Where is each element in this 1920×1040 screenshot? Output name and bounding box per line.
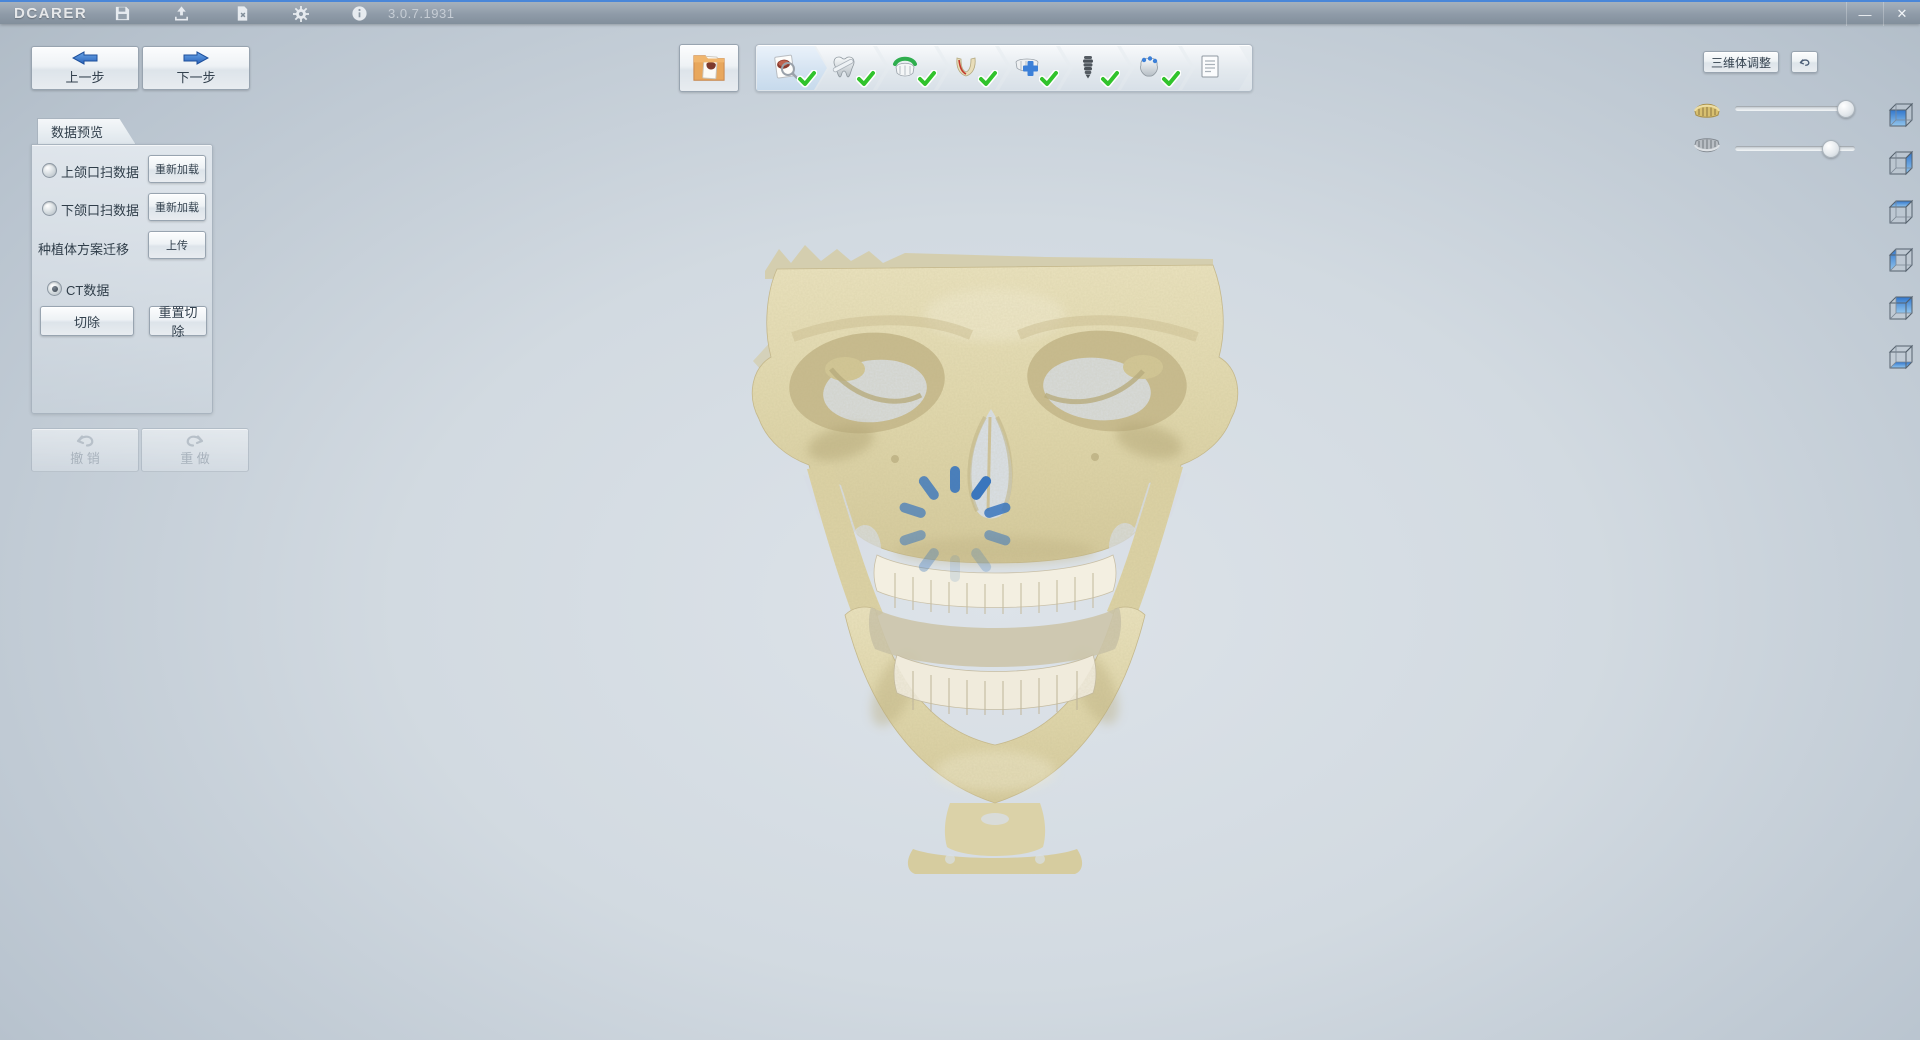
workflow-step-tooth-position[interactable] [999, 46, 1069, 90]
check-icon [1161, 70, 1181, 88]
view-cube-top[interactable] [1884, 195, 1916, 227]
upper-jaw-slider-handle[interactable] [1837, 100, 1855, 118]
lower-scan-reload-button[interactable]: 重新加载 [148, 193, 206, 221]
version-label: 3.0.7.1931 [388, 6, 454, 21]
undo-label: 撤 销 [70, 448, 100, 467]
view-cube-left[interactable] [1884, 243, 1916, 275]
case-import-button[interactable] [679, 44, 739, 92]
tooth-position-icon [1013, 53, 1041, 81]
implant-plan-label: 种植体方案迁移 [38, 239, 129, 258]
upper-jaw-icon [1692, 96, 1722, 120]
loading-spinner [897, 466, 1013, 582]
ct-3d-viewport[interactable] [0, 24, 1920, 1040]
tooth-scan-icon [830, 53, 858, 81]
arrow-right-icon [183, 51, 209, 65]
check-icon [1100, 70, 1120, 88]
view-undo-button[interactable] [1791, 51, 1818, 73]
save-button[interactable] [107, 3, 137, 24]
next-step-label: 下一步 [176, 67, 215, 86]
workflow-step-restoration-design[interactable] [1121, 46, 1191, 90]
undo-button[interactable]: 撤 销 [31, 428, 139, 472]
lower-scan-label: 下颌口扫数据 [61, 200, 139, 219]
view-cube-back[interactable] [1884, 291, 1916, 323]
settings-button[interactable] [286, 3, 316, 24]
minimize-button[interactable]: — [1846, 2, 1883, 26]
upper-scan-label: 上颌口扫数据 [61, 162, 139, 181]
view-cube-bottom[interactable] [1884, 340, 1916, 372]
redo-button[interactable]: 重 做 [141, 428, 249, 472]
upper-scan-radio[interactable] [42, 163, 57, 178]
data-preview-icon [771, 53, 799, 81]
upper-jaw-opacity-slider[interactable] [1735, 106, 1855, 111]
save-icon [114, 5, 131, 22]
dcarer-app: DCARER 3.0.7.1931 — [0, 0, 1920, 1040]
workflow-step-data-preview[interactable] [757, 46, 827, 90]
lower-scan-radio[interactable] [42, 201, 57, 216]
ct-data-label: CT数据 [66, 280, 109, 299]
close-button[interactable]: ✕ [1883, 2, 1920, 26]
redo-arrow-icon [184, 433, 206, 447]
check-icon [1039, 70, 1059, 88]
report-export-button[interactable] [227, 3, 257, 24]
check-icon [978, 70, 998, 88]
lower-jaw-slider-handle[interactable] [1822, 140, 1840, 158]
data-preview-tab[interactable]: 数据预览 [37, 118, 136, 145]
prev-step-button[interactable]: 上一步 [31, 46, 139, 90]
upper-jaw-opacity-row [1692, 96, 1862, 122]
export-button[interactable] [166, 3, 196, 24]
workflow-step-maxilla-registration[interactable] [877, 46, 947, 90]
arrow-left-icon [72, 51, 98, 65]
check-icon [797, 70, 817, 88]
workflow-step-report[interactable] [1182, 46, 1252, 90]
prev-step-label: 上一步 [65, 67, 104, 86]
reset-cut-button[interactable]: 重置切除 [149, 306, 207, 336]
app-logo: DCARER [14, 5, 87, 22]
undo-arrow-icon [74, 433, 96, 447]
check-icon [856, 70, 876, 88]
redo-label: 重 做 [180, 448, 210, 467]
info-icon [351, 5, 368, 22]
workflow-step-mandible-registration[interactable] [938, 46, 1008, 90]
view-cube-front[interactable] [1884, 98, 1916, 130]
info-button[interactable] [344, 3, 374, 24]
volume-adjust-button[interactable]: 三维体调整 [1703, 51, 1779, 73]
undo-arrow-icon [1798, 55, 1811, 69]
report-icon [1196, 53, 1224, 81]
case-import-folder-icon [689, 51, 729, 85]
cut-button[interactable]: 切除 [40, 306, 134, 336]
report-export-icon [234, 5, 251, 22]
workflow-steps [755, 44, 1253, 92]
restoration-crown-icon [1135, 53, 1163, 81]
next-step-button[interactable]: 下一步 [142, 46, 250, 90]
lower-jaw-icon [1692, 136, 1722, 160]
workflow-step-implant-placement[interactable] [1060, 46, 1130, 90]
ct-data-radio[interactable] [47, 281, 62, 296]
lower-jaw-opacity-slider[interactable] [1735, 146, 1855, 151]
view-cube-right[interactable] [1884, 146, 1916, 178]
upper-scan-reload-button[interactable]: 重新加载 [148, 155, 206, 183]
lower-jaw-opacity-row [1692, 136, 1862, 162]
settings-gear-icon [292, 5, 310, 23]
titlebar: DCARER 3.0.7.1931 — [0, 0, 1920, 24]
implant-icon [1074, 53, 1102, 81]
mandible-registration-icon [952, 53, 980, 81]
maxilla-registration-icon [891, 53, 919, 81]
check-icon [917, 70, 937, 88]
export-icon [173, 5, 190, 22]
implant-plan-upload-button[interactable]: 上传 [148, 231, 206, 259]
data-preview-panel: 上颌口扫数据 重新加载 下颌口扫数据 重新加载 种植体方案迁移 上传 CT数据 … [31, 144, 213, 414]
